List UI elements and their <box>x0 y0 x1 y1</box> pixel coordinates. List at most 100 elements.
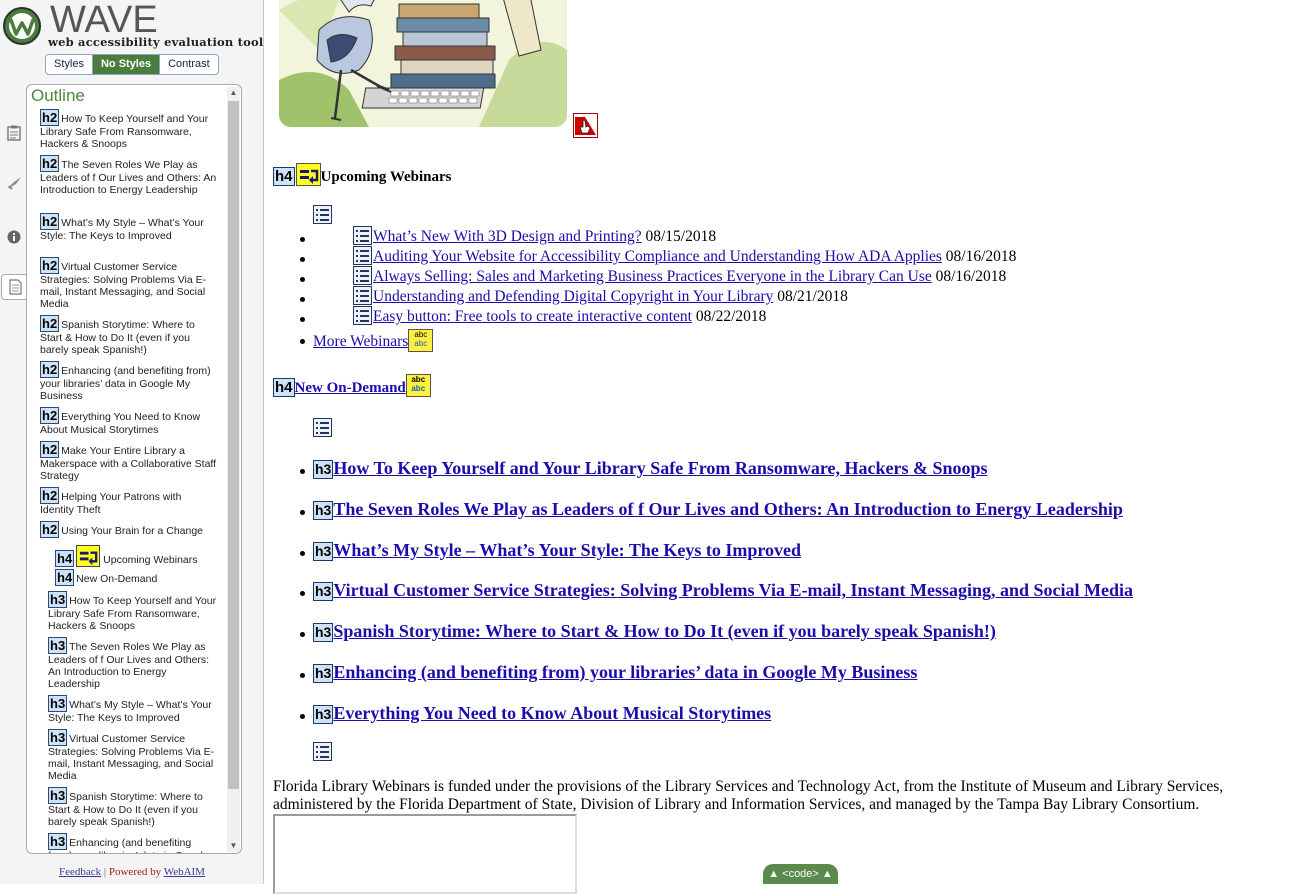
info-icon <box>7 230 21 244</box>
webaim-link[interactable]: WebAIM <box>164 866 205 878</box>
outline-item-text: The Seven Roles We Play as Leaders of f … <box>48 641 210 690</box>
info-tab[interactable] <box>3 226 25 248</box>
feedback-link[interactable]: Feedback <box>59 866 101 878</box>
on-demand-item: h3 Enhancing (and benefiting from) your l… <box>313 661 917 683</box>
on-demand-link[interactable]: Spanish Storytime: Where to Start & How … <box>333 621 996 641</box>
h4-badge[interactable]: h4 <box>273 167 295 186</box>
list-bullet <box>300 317 305 322</box>
scroll-down-icon[interactable]: ▼ <box>227 840 240 852</box>
wave-logo[interactable]: WAVE web accessibility evaluation tool <box>2 0 263 50</box>
webinar-date: 08/16/2018 <box>945 248 1017 265</box>
on-demand-link[interactable]: Enhancing (and benefiting from) your lib… <box>333 662 917 682</box>
unordered-list-icon[interactable] <box>313 742 332 761</box>
outline-item-h2[interactable]: h2 Spanish Storytime: Where to Start & Ho… <box>40 315 217 356</box>
outline-item-h3[interactable]: h3 Virtual Customer Service Strategies: S… <box>48 729 217 782</box>
redundant-link-abc-icon[interactable]: abc abc <box>408 329 434 352</box>
skipped-heading-alert-icon[interactable] <box>295 163 321 186</box>
h3-badge[interactable]: h3 <box>313 664 334 683</box>
on-demand-link[interactable]: Virtual Customer Service Strategies: Sol… <box>333 580 1133 600</box>
webinar-link[interactable]: Auditing Your Website for Accessibility … <box>373 248 942 265</box>
h4-badge: h4 <box>55 569 75 586</box>
webinar-link[interactable]: Easy button: Free tools to create intera… <box>373 308 692 325</box>
unordered-list-icon[interactable] <box>353 266 372 285</box>
tools-tab[interactable] <box>3 172 25 194</box>
webinar-link[interactable]: Understanding and Defending Digital Copy… <box>373 288 773 305</box>
h2-badge: h2 <box>40 315 60 332</box>
outline-item-h3[interactable]: h3Enhancing (and benefiting from) your l… <box>48 833 217 853</box>
webinar-link[interactable]: Always Selling: Sales and Marketing Busi… <box>373 268 932 285</box>
new-on-demand-link[interactable]: New On-Demand <box>295 380 406 396</box>
outline-item-h3[interactable]: h3 How To Keep Yourself and Your Library … <box>48 591 217 632</box>
on-demand-item: h3 What’s My Style – What’s Your Style: T… <box>313 539 801 561</box>
on-demand-item: h3 Spanish Storytime: Where to Start & Ho… <box>313 620 996 642</box>
details-tab[interactable] <box>3 122 25 144</box>
h3-badge[interactable]: h3 <box>313 542 334 561</box>
h3-badge[interactable]: h3 <box>313 623 334 642</box>
on-demand-item: h3 Virtual Customer Service Strategies: S… <box>313 579 1133 601</box>
webinar-item: What’s New With 3D Design and Printing? … <box>353 226 716 247</box>
h3-badge: h3 <box>48 637 68 654</box>
more-webinars-link[interactable]: More Webinars <box>313 333 408 350</box>
outline-item-text: Using Your Brain for a Change <box>61 525 204 537</box>
outline-item-h4[interactable]: h4 Upcoming Webinars <box>55 545 217 567</box>
no-styles-button[interactable]: No Styles <box>92 55 161 74</box>
h2-badge: h2 <box>40 487 60 504</box>
outline-item-h3[interactable]: h3 The Seven Roles We Play as Leaders of … <box>48 637 217 690</box>
outline-item-h2[interactable]: h2 Using Your Brain for a Change <box>40 521 217 538</box>
webinar-item: Always Selling: Sales and Marketing Busi… <box>353 266 1006 287</box>
upcoming-webinars-heading: h4 Upcoming Webinars <box>273 163 452 186</box>
outline-item-h4[interactable]: h4 New On-Demand <box>55 569 217 586</box>
unordered-list-icon[interactable] <box>353 226 372 245</box>
h2-badge: h2 <box>40 213 60 230</box>
outline-tab[interactable] <box>1 274 29 300</box>
outline-item-h2[interactable]: h2 Everything You Need to Know About Musi… <box>40 407 217 436</box>
outline-item-h2[interactable]: h2 Helping Your Patrons with Identity The… <box>40 487 217 516</box>
h2-badge: h2 <box>40 441 60 458</box>
unordered-list-icon[interactable] <box>313 205 332 224</box>
h3-badge[interactable]: h3 <box>313 501 334 520</box>
outline-item-h2[interactable]: h2 The Seven Roles We Play as Leaders of … <box>40 155 217 196</box>
styles-button[interactable]: Styles <box>46 55 93 74</box>
outline-item-h2[interactable]: h2 How To Keep Yourself and Your Library … <box>40 109 217 150</box>
webinar-link[interactable]: What’s New With 3D Design and Printing? <box>373 228 642 245</box>
h3-badge: h3 <box>48 591 68 608</box>
on-demand-link[interactable]: Everything You Need to Know About Musica… <box>333 703 771 723</box>
code-toggle-button[interactable]: ▲ <code> ▲ <box>763 864 838 884</box>
unordered-list-icon[interactable] <box>353 286 372 305</box>
h4-badge[interactable]: h4 <box>273 378 295 397</box>
unordered-list-icon[interactable] <box>353 306 372 325</box>
sidebar-footer: Feedback | Powered by WebAIM <box>0 866 264 878</box>
outline-item-h2[interactable]: h2 What’s My Style – What’s Your Style: T… <box>40 213 217 242</box>
on-demand-item: h3 How To Keep Yourself and Your Library … <box>313 457 988 479</box>
list-bullet <box>300 632 305 637</box>
on-demand-link[interactable]: How To Keep Yourself and Your Library Sa… <box>333 458 987 478</box>
list-bullet <box>300 297 305 302</box>
outline-item-h3[interactable]: h3 What’s My Style – What’s Your Style: T… <box>48 695 217 724</box>
outline-item-text: Everything You Need to Know About Musica… <box>40 411 201 436</box>
h3-badge: h3 <box>48 729 68 746</box>
on-demand-link[interactable]: The Seven Roles We Play as Leaders of f … <box>333 499 1123 519</box>
outline-item-h3[interactable]: h3 Spanish Storytime: Where to Start & Ho… <box>48 787 217 828</box>
embedded-frame[interactable] <box>273 814 577 894</box>
h3-badge[interactable]: h3 <box>313 582 334 601</box>
unordered-list-icon[interactable] <box>353 246 372 265</box>
h3-badge[interactable]: h3 <box>313 705 334 724</box>
redundant-link-abc-icon[interactable]: abc abc <box>405 374 431 397</box>
h3-badge[interactable]: h3 <box>313 460 334 479</box>
outline-scroll-thumb[interactable] <box>228 101 239 789</box>
contrast-button[interactable]: Contrast <box>160 55 218 74</box>
outline-icon <box>9 279 22 295</box>
outline-item-h2[interactable]: h2 Virtual Customer Service Strategies: S… <box>40 257 217 310</box>
media-alert-icon <box>573 113 598 138</box>
on-demand-item: h3 The Seven Roles We Play as Leaders of … <box>313 498 1123 520</box>
outline-scrollbar[interactable]: ▲ ▼ <box>227 87 240 852</box>
h2-badge: h2 <box>40 257 60 274</box>
outline-item-h2[interactable]: h2 Enhancing (and benefiting from) your l… <box>40 361 217 402</box>
outline-item-h2[interactable]: h2 Make Your Entire Library a Makerspace … <box>40 441 217 482</box>
more-webinars-item: More Webinars abc abc <box>313 329 434 352</box>
on-demand-link[interactable]: What’s My Style – What’s Your Style: The… <box>333 540 801 560</box>
outline-item-text: The Seven Roles We Play as Leaders of f … <box>40 159 217 196</box>
unordered-list-icon[interactable] <box>313 418 332 437</box>
scroll-up-icon[interactable]: ▲ <box>227 87 240 99</box>
list-bullet <box>300 237 305 242</box>
